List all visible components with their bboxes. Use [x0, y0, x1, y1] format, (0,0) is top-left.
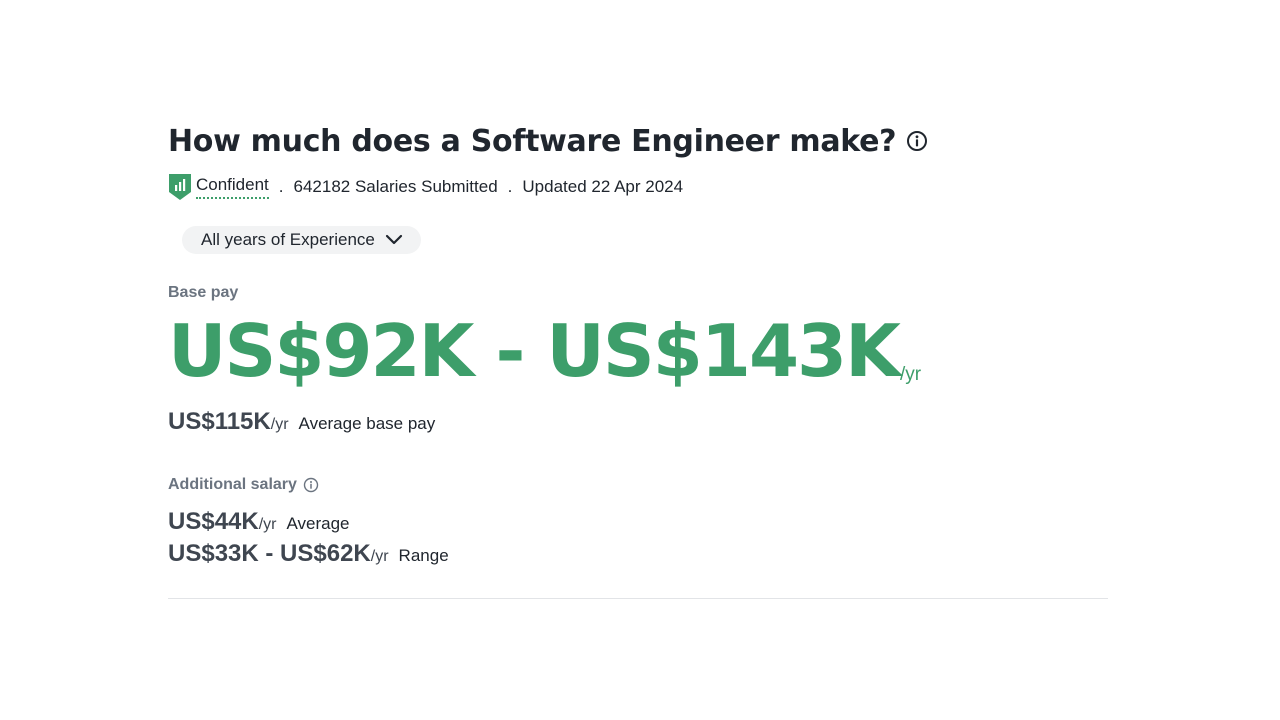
- additional-salary-label: Additional salary: [168, 476, 297, 493]
- additional-salary-average: US$44K /yr Average: [168, 508, 1108, 536]
- page-title: How much does a Software Engineer make?: [168, 123, 897, 159]
- base-pay-range: US$92K - US$143K /yr: [168, 312, 1108, 390]
- shield-bar-chart-icon: [168, 172, 192, 202]
- separator: .: [507, 177, 513, 196]
- chevron-down-icon: [385, 234, 403, 246]
- additional-range-unit: /yr: [370, 548, 389, 565]
- meta-row: Confident . 642182 Salaries Submitted . …: [168, 172, 1108, 202]
- experience-dropdown[interactable]: All years of Experience: [182, 226, 421, 254]
- experience-dropdown-label: All years of Experience: [201, 230, 375, 249]
- additional-range-desc: Range: [398, 546, 449, 565]
- salary-page: How much does a Software Engineer make? …: [0, 0, 1280, 720]
- additional-range-value: US$33K - US$62K: [168, 540, 371, 567]
- base-pay-range-value: US$92K - US$143K: [168, 309, 901, 393]
- additional-salary-header: Additional salary: [168, 476, 1108, 494]
- base-pay-label: Base pay: [168, 284, 239, 301]
- title-row: How much does a Software Engineer make?: [168, 118, 1108, 164]
- additional-average-unit: /yr: [258, 516, 277, 533]
- section-divider: [168, 598, 1108, 599]
- additional-salary-range: US$33K - US$62K /yr Range: [168, 540, 1108, 568]
- additional-average-desc: Average: [286, 514, 350, 533]
- separator: .: [278, 177, 284, 196]
- salaries-submitted: 642182 Salaries Submitted: [293, 177, 498, 196]
- info-icon[interactable]: [906, 130, 928, 152]
- base-pay-range-unit: /yr: [899, 364, 922, 385]
- average-base-pay-unit: /yr: [270, 416, 289, 433]
- info-icon[interactable]: [303, 477, 319, 493]
- average-base-pay-value: US$115K: [168, 408, 271, 435]
- average-base-pay-desc: Average base pay: [298, 414, 436, 433]
- confidence-link[interactable]: Confident: [196, 175, 269, 199]
- salary-summary: How much does a Software Engineer make? …: [168, 118, 1108, 568]
- additional-average-value: US$44K: [168, 508, 259, 535]
- updated-date: Updated 22 Apr 2024: [522, 177, 684, 196]
- average-base-pay: US$115K /yr Average base pay: [168, 408, 1108, 436]
